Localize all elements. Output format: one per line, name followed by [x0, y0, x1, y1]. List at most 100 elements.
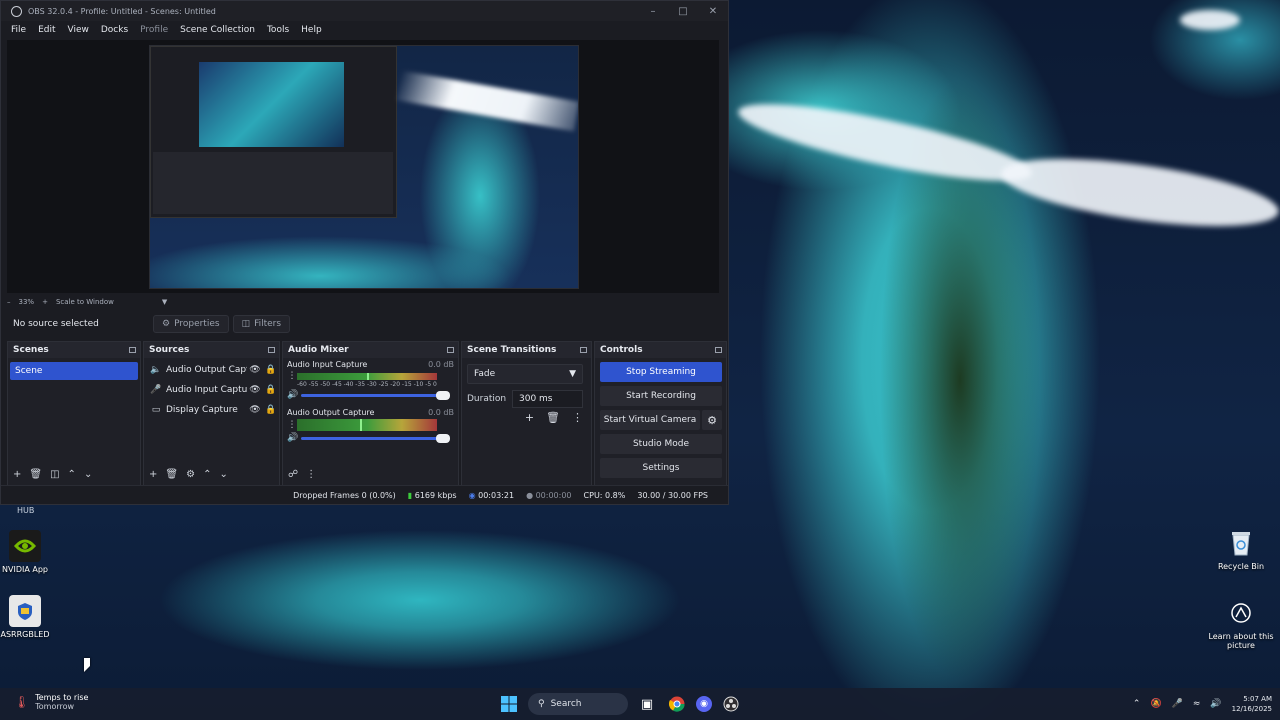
weather-title: Temps to rise: [35, 693, 89, 702]
menu-help[interactable]: Help: [295, 25, 328, 35]
virtual-camera-settings-gear-icon[interactable]: ⚙: [702, 410, 722, 430]
lock-icon[interactable]: 🔒: [263, 385, 279, 395]
desktop-icon-label: ASRRGBLED: [0, 630, 50, 639]
speaker-icon[interactable]: 🔊: [287, 433, 301, 443]
filters-button[interactable]: ◫ Filters: [232, 315, 291, 333]
desktop-icon-nvidia[interactable]: NVIDIA App: [0, 530, 65, 574]
scale-tick: -60: [297, 381, 307, 388]
kebab-menu-icon[interactable]: ⋮: [287, 420, 297, 430]
arrow-up-icon[interactable]: ⌃: [68, 469, 76, 480]
stop-streaming-button[interactable]: Stop Streaming: [600, 362, 722, 382]
discord-icon[interactable]: ◉: [696, 696, 712, 712]
source-item[interactable]: ▭ Display Capture 👁 🔒: [144, 400, 279, 420]
kebab-menu-icon[interactable]: ⋮: [287, 371, 297, 381]
microphone-icon[interactable]: 🎤: [1172, 699, 1183, 709]
menu-view[interactable]: View: [62, 25, 95, 35]
search-label: Search: [550, 699, 582, 709]
menu-tools[interactable]: Tools: [261, 25, 295, 35]
channel-name: Audio Output Capture: [287, 408, 375, 417]
zoom-out-icon[interactable]: –: [7, 298, 11, 306]
menu-scene-collection[interactable]: Scene Collection: [174, 25, 261, 35]
menu-file[interactable]: File: [5, 25, 32, 35]
source-item[interactable]: 🎤 Audio Input Captu 👁 🔒: [144, 380, 279, 400]
trash-icon[interactable]: 🗑: [29, 469, 42, 480]
volume-icon[interactable]: 🔊: [1210, 699, 1221, 709]
wifi-icon[interactable]: ≈: [1193, 699, 1201, 709]
zoom-mode[interactable]: Scale to Window: [56, 298, 114, 306]
desktop-icon-asrrgbled[interactable]: ASRRGBLED: [0, 595, 65, 639]
no-source-label: No source selected: [13, 319, 99, 329]
volume-slider[interactable]: [301, 433, 450, 443]
eye-icon[interactable]: 👁: [247, 385, 263, 395]
trash-icon[interactable]: 🗑: [165, 469, 178, 480]
zoom-in-icon[interactable]: +: [42, 298, 48, 306]
scale-tick: -20: [390, 381, 401, 388]
clock[interactable]: 5:07 AM 12/16/2025: [1232, 694, 1272, 714]
duration-label: Duration: [467, 394, 507, 404]
trash-icon[interactable]: 🗑: [546, 411, 560, 424]
date: 12/16/2025: [1231, 705, 1272, 713]
arrow-up-icon[interactable]: ⌃: [203, 469, 211, 480]
popout-icon[interactable]: [580, 347, 587, 353]
chevron-down-icon[interactable]: ▼: [162, 298, 167, 306]
scene-list-item[interactable]: Scene: [10, 362, 138, 380]
popout-icon[interactable]: [715, 347, 722, 353]
taskbar-center: ⚲ Search ▣ ◉: [498, 693, 742, 715]
add-icon[interactable]: +: [149, 469, 157, 480]
transition-value: Fade: [474, 369, 496, 379]
desktop-icon-learn-about-picture[interactable]: Learn about this picture: [1201, 597, 1280, 650]
preview-canvas[interactable]: [7, 40, 719, 293]
notification-off-icon[interactable]: 🔕: [1150, 699, 1161, 709]
slider-knob[interactable]: [436, 390, 450, 400]
weather-widget[interactable]: 🌡 Temps to rise Tomorrow: [14, 693, 88, 711]
menu-edit[interactable]: Edit: [32, 25, 61, 35]
minimize-icon[interactable]: –: [638, 6, 668, 17]
gear-icon[interactable]: ⚙: [186, 469, 195, 480]
task-view-icon[interactable]: ▣: [636, 693, 658, 715]
link-icon[interactable]: ☍: [288, 469, 298, 480]
popout-icon[interactable]: [129, 347, 136, 353]
menu-profile[interactable]: Profile: [134, 25, 174, 35]
popout-icon[interactable]: [268, 347, 275, 353]
meter-level: [367, 372, 369, 380]
desktop-icon-recycle-bin[interactable]: Recycle Bin: [1201, 527, 1280, 571]
properties-label: Properties: [174, 319, 220, 329]
bitrate: 6169 kbps: [414, 490, 457, 500]
close-icon[interactable]: ✕: [698, 6, 728, 17]
obs-taskbar-icon[interactable]: [720, 693, 742, 715]
lock-icon[interactable]: 🔒: [263, 405, 279, 415]
chevron-up-icon[interactable]: ⌃: [1133, 699, 1141, 709]
menu-docks[interactable]: Docks: [95, 25, 134, 35]
studio-mode-button[interactable]: Studio Mode: [600, 434, 722, 454]
start-recording-button[interactable]: Start Recording: [600, 386, 722, 406]
eye-icon[interactable]: 👁: [247, 405, 263, 415]
filter-icon[interactable]: ◫: [50, 469, 59, 480]
arrow-down-icon[interactable]: ⌄: [84, 469, 92, 480]
signal-bars-icon: ▮: [407, 490, 413, 500]
eye-icon[interactable]: 👁: [247, 365, 263, 375]
speaker-icon[interactable]: 🔊: [287, 390, 301, 400]
add-icon[interactable]: +: [525, 411, 534, 424]
popout-icon[interactable]: [447, 347, 454, 353]
scale-tick: -5: [425, 381, 432, 388]
transition-select[interactable]: Fade ▼: [467, 364, 583, 384]
settings-button[interactable]: Settings: [600, 458, 722, 478]
source-item[interactable]: 🔈 Audio Output Capt 👁 🔒: [144, 360, 279, 380]
duration-input[interactable]: 300 ms: [512, 390, 583, 408]
nvidia-icon: [9, 530, 41, 562]
add-icon[interactable]: +: [13, 469, 21, 480]
kebab-menu-icon[interactable]: ⋮: [306, 469, 316, 480]
start-virtual-camera-button[interactable]: Start Virtual Camera: [600, 410, 700, 430]
taskbar-search[interactable]: ⚲ Search: [528, 693, 628, 715]
arrow-down-icon[interactable]: ⌄: [219, 469, 227, 480]
kebab-menu-icon[interactable]: ⋮: [572, 411, 583, 424]
volume-slider[interactable]: [301, 390, 450, 400]
windows-start-icon[interactable]: [498, 693, 520, 715]
title-bar: OBS 32.0.4 - Profile: Untitled - Scenes:…: [1, 1, 728, 21]
lock-icon[interactable]: 🔒: [263, 365, 279, 375]
slider-knob[interactable]: [436, 433, 450, 443]
maximize-icon[interactable]: □: [668, 6, 698, 17]
chevron-down-icon: ▼: [569, 369, 576, 379]
properties-button[interactable]: ⚙ Properties: [153, 315, 229, 333]
chrome-icon[interactable]: [666, 693, 688, 715]
